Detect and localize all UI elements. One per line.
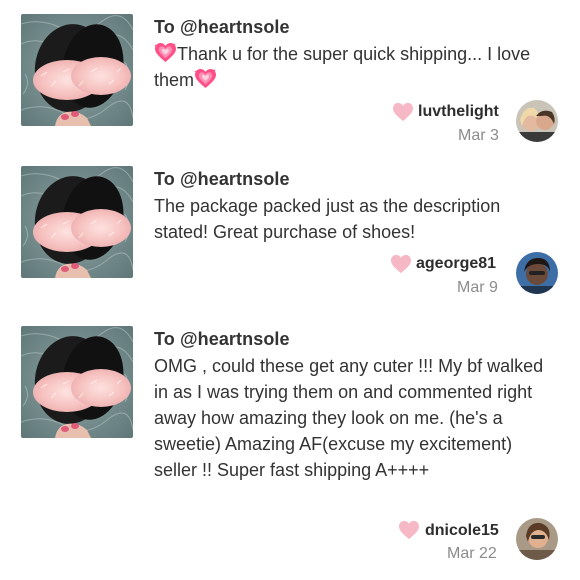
review-recipient: To @heartnsole <box>154 17 290 37</box>
review-text: Thank u for the super quick shipping... … <box>154 41 554 93</box>
avatar[interactable] <box>516 100 558 142</box>
reviewer-username[interactable]: dnicole15 <box>425 522 499 540</box>
product-thumbnail[interactable] <box>21 166 133 278</box>
avatar[interactable] <box>516 518 558 560</box>
product-thumbnail[interactable] <box>21 326 133 438</box>
reviewer-username[interactable]: luvthelight <box>418 103 499 121</box>
avatar[interactable] <box>516 252 558 294</box>
review-recipient: To @heartnsole <box>154 169 290 189</box>
heart-icon[interactable] <box>398 520 420 540</box>
growing-heart-emoji <box>154 42 177 63</box>
review-text: The package packed just as the descripti… <box>154 196 501 242</box>
product-thumbnail[interactable] <box>21 14 133 126</box>
reviewer-username[interactable]: ageorge81 <box>416 255 496 273</box>
review-card: To @heartnsole The package packed just a… <box>0 160 580 320</box>
heart-icon[interactable] <box>390 254 412 274</box>
review-text: OMG , could these get any cuter !!! My b… <box>154 356 544 480</box>
review-card: To @heartnsole Thank u for the super qui… <box>0 0 580 160</box>
review-date: Mar 3 <box>458 127 499 144</box>
review-recipient: To @heartnsole <box>154 329 290 349</box>
review-date: Mar 22 <box>447 545 497 562</box>
growing-heart-emoji <box>194 68 217 89</box>
review-date: Mar 9 <box>457 279 498 296</box>
heart-icon[interactable] <box>392 102 414 122</box>
review-card: To @heartnsole OMG , could these get any… <box>0 320 580 580</box>
